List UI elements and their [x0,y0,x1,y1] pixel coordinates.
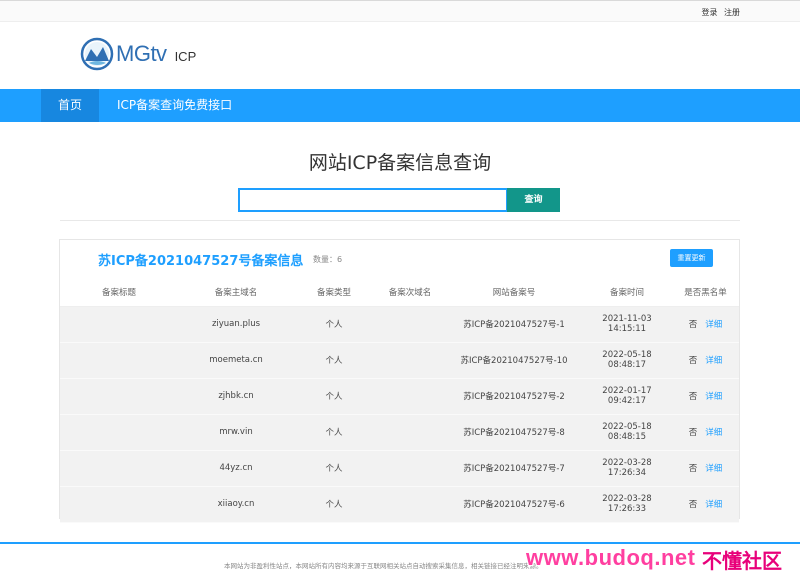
cell-blacklist: 否详细 [672,342,739,379]
cell-title [60,486,178,523]
column-header: 网站备案号 [446,278,582,307]
blacklist-value: 否 [688,500,698,510]
register-link[interactable]: 注册 [724,8,740,17]
login-link[interactable]: 登录 [701,8,717,17]
cell-subdomain [374,306,446,343]
table-row: 44yz.cn 个人 苏ICP备2021047527号-7 2022-03-28… [60,450,739,487]
search-input[interactable] [238,188,508,212]
cell-domain: 44yz.cn [178,450,294,487]
cell-time: 2021-11-03 14:15:11 [582,306,672,343]
cell-domain: xiiaoy.cn [178,486,294,523]
search-button[interactable]: 查询 [507,188,560,212]
table-row: ziyuan.plus 个人 苏ICP备2021047527号-1 2021-1… [60,306,739,343]
cell-record: 苏ICP备2021047527号-7 [446,450,582,487]
nav-item-api[interactable]: ICP备案查询免费接口 [117,89,232,122]
cell-title [60,306,178,343]
record-panel: 苏ICP备2021047527号备案信息 数量：6 重置更新 备案标题 备案主域… [59,239,740,523]
cell-title [60,342,178,379]
column-header: 是否黑名单 [672,278,739,307]
cell-subdomain [374,378,446,415]
site-logo[interactable]: MGtv ICP [80,34,196,74]
record-table: 备案标题 备案主域名 备案类型 备案次域名 网站备案号 备案时间 是否黑名单 z… [60,278,739,523]
cell-time: 2022-05-18 08:48:17 [582,342,672,379]
cell-time: 2022-01-17 09:42:17 [582,378,672,415]
main-nav: 首页 ICP备案查询免费接口 [0,89,800,122]
cell-blacklist: 否详细 [672,486,739,523]
cell-time: 2022-05-18 08:48:15 [582,414,672,451]
column-header: 备案主域名 [178,278,294,307]
cell-record: 苏ICP备2021047527号-6 [446,486,582,523]
mountain-logo-icon [80,37,114,71]
table-row: zjhbk.cn 个人 苏ICP备2021047527号-2 2022-01-1… [60,378,739,415]
table-header-row: 备案标题 备案主域名 备案类型 备案次域名 网站备案号 备案时间 是否黑名单 [60,278,739,307]
cell-title [60,378,178,415]
blacklist-value: 否 [688,356,698,366]
cell-type: 个人 [294,306,374,343]
cell-blacklist: 否详细 [672,450,739,487]
cell-subdomain [374,414,446,451]
refresh-button[interactable]: 重置更新 [670,249,713,267]
cell-subdomain [374,486,446,523]
cell-subdomain [374,342,446,379]
blacklist-value: 否 [688,392,698,402]
cell-blacklist: 否详细 [672,378,739,415]
cell-type: 个人 [294,486,374,523]
cell-record: 苏ICP备2021047527号-8 [446,414,582,451]
top-links: 登录 注册 [697,7,740,18]
record-count: 数量：6 [313,255,343,264]
column-header: 备案时间 [582,278,672,307]
watermark-name: 不懂社区 [702,549,782,573]
column-header: 备案类型 [294,278,374,307]
cell-type: 个人 [294,414,374,451]
nav-item-home[interactable]: 首页 [41,89,99,122]
detail-link[interactable]: 详细 [705,428,722,438]
cell-title [60,414,178,451]
page-title: 网站ICP备案信息查询 [308,152,492,174]
detail-link[interactable]: 详细 [705,500,722,510]
logo-brand: MGtv [116,41,167,66]
column-header: 备案标题 [60,278,178,307]
cell-type: 个人 [294,342,374,379]
table-row: xiiaoy.cn 个人 苏ICP备2021047527号-6 2022-03-… [60,486,739,523]
cell-subdomain [374,450,446,487]
column-header: 备案次域名 [374,278,446,307]
cell-domain: ziyuan.plus [178,306,294,343]
blacklist-value: 否 [688,464,698,474]
cell-blacklist: 否详细 [672,306,739,343]
blacklist-value: 否 [688,428,698,438]
table-row: moemeta.cn 个人 苏ICP备2021047527号-10 2022-0… [60,342,739,379]
detail-link[interactable]: 详细 [705,320,722,330]
detail-link[interactable]: 详细 [705,392,722,402]
blacklist-value: 否 [688,320,698,330]
cell-type: 个人 [294,378,374,415]
cell-domain: moemeta.cn [178,342,294,379]
watermark: www.budoq.net 不懂社区 [516,542,798,574]
cell-time: 2022-03-28 17:26:34 [582,450,672,487]
cell-type: 个人 [294,450,374,487]
cell-record: 苏ICP备2021047527号-10 [446,342,582,379]
top-strip: 登录 注册 [0,0,800,22]
detail-link[interactable]: 详细 [705,464,722,474]
cell-title [60,450,178,487]
table-row: mrw.vin 个人 苏ICP备2021047527号-8 2022-05-18… [60,414,739,451]
detail-link[interactable]: 详细 [705,356,722,366]
footer-disclaimer: 本网站为非盈利性站点，本网站所有内容均来源于互联网相关站点自动搜索采集信息，相关… [224,562,543,570]
cell-record: 苏ICP备2021047527号-2 [446,378,582,415]
watermark-url: www.budoq.net [526,545,696,570]
panel-title: 苏ICP备2021047527号备案信息 [98,254,304,269]
cell-time: 2022-03-28 17:26:33 [582,486,672,523]
cell-domain: mrw.vin [178,414,294,451]
logo-subtitle: ICP [174,48,197,64]
cell-record: 苏ICP备2021047527号-1 [446,306,582,343]
cell-domain: zjhbk.cn [178,378,294,415]
cell-blacklist: 否详细 [672,414,739,451]
divider [60,220,740,221]
